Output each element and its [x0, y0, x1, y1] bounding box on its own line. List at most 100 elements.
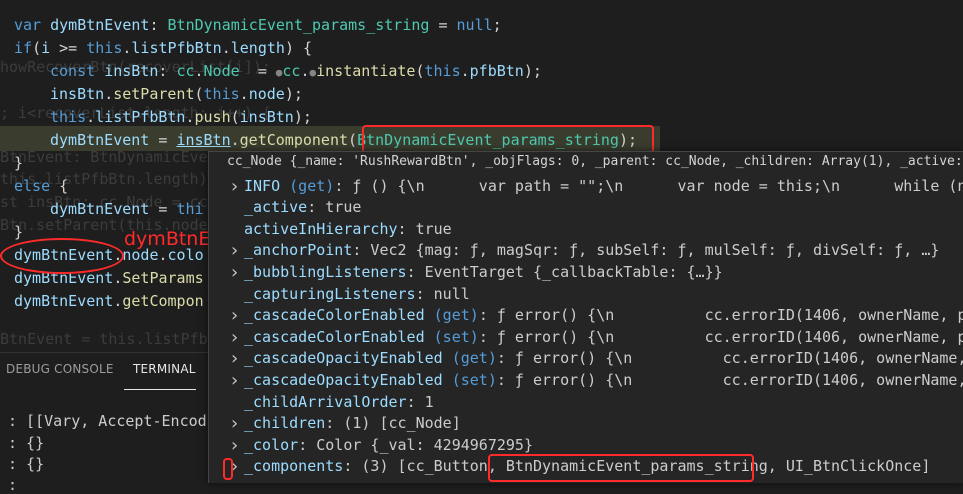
popup-property-row[interactable]: › _cascadeColorEnabled (get): ƒ error() {… [209, 305, 963, 327]
terminal-line: : [8, 476, 18, 494]
property-name: _children [244, 414, 326, 433]
property-value: : (1) [cc_Node] [325, 414, 461, 433]
identifier: dymBtnEvent [50, 16, 150, 34]
chevron-right-icon[interactable]: › [229, 327, 240, 349]
code-line-close-brace[interactable]: } [14, 152, 23, 175]
keyword: const [50, 62, 96, 80]
code-line-const[interactable]: const insBtn: cc.Node = ●cc.●instantiate… [50, 60, 542, 83]
property-name: _capturingListeners [244, 284, 416, 303]
popup-property-row[interactable]: _childArrivalOrder: 1 [209, 392, 963, 414]
identifier: insBtn [50, 85, 105, 103]
identifier: dymBtnEvent [14, 292, 114, 310]
terminal-line: : {} [8, 455, 45, 473]
popup-property-row[interactable]: _capturingListeners: null [209, 284, 963, 306]
property-value: : EventTarget {_callbackTable: {…}} [406, 262, 723, 281]
keyword: this [50, 108, 87, 126]
keyword: this [86, 39, 123, 57]
chevron-right-icon[interactable]: › [229, 348, 240, 370]
keyword: this [424, 62, 461, 80]
identifier: length [230, 39, 285, 57]
type-name: Node [203, 62, 240, 80]
property-name: _cascadeOpacityEnabled [244, 349, 443, 368]
code-line-if[interactable]: if(i >= this.listPfbBtn.length) { [14, 37, 312, 60]
chevron-right-icon[interactable]: › [229, 413, 240, 435]
chevron-right-icon[interactable]: › [229, 370, 240, 392]
popup-property-row[interactable]: › _cascadeColorEnabled (set): ƒ error() {… [209, 327, 963, 349]
property-text: _active: true [244, 197, 361, 219]
property-text: _childArrivalOrder: 1 [244, 392, 434, 414]
identifier: listPfbBtn [131, 39, 222, 57]
popup-property-row[interactable]: › _cascadeOpacityEnabled (get): ƒ error()… [209, 348, 963, 370]
code-line-push[interactable]: this.listPfbBtn.push(insBtn); [50, 106, 312, 129]
keyword: null [456, 16, 493, 34]
popup-property-row[interactable]: _active: true [209, 197, 963, 219]
hovered-identifier[interactable]: insBtn [176, 131, 230, 149]
property-name: _active [244, 198, 308, 217]
property-accessor: (set) [442, 370, 497, 389]
function-name: getComponent [239, 131, 349, 149]
annotation-box [488, 454, 754, 482]
tab-terminal[interactable]: TERMINAL [133, 362, 196, 376]
function-name: getCompon [122, 292, 204, 310]
type-name: cc [282, 62, 301, 80]
type-name: cc [176, 62, 195, 80]
type-name: BtnDynamicEvent_params_string [167, 16, 430, 34]
popup-property-row[interactable]: › _bubblingListeners: EventTarget {_callb… [209, 262, 963, 284]
property-text: _cascadeOpacityEnabled (set): ƒ error() … [244, 370, 963, 392]
property-text: activeInHierarchy: true [244, 219, 452, 241]
property-value: : ƒ error() {\n cc.errorID(1406, ownerNa… [478, 306, 963, 325]
chevron-right-icon[interactable]: › [229, 305, 240, 327]
property-value: : ƒ error() {\n cc.errorID(1406, ownerNa… [496, 370, 963, 389]
property-name: INFO [244, 176, 281, 195]
property-text: _cascadeOpacityEnabled (get): ƒ error() … [244, 348, 963, 370]
function-name: setParent [113, 85, 195, 103]
brace: { [50, 177, 69, 195]
popup-property-row[interactable]: activeInHierarchy: true [209, 219, 963, 241]
property-name: _childArrivalOrder [244, 392, 407, 411]
code-line-else[interactable]: else { [14, 175, 68, 198]
chevron-right-icon[interactable]: › [229, 176, 240, 198]
property-value: : 1 [406, 392, 434, 411]
property-text: INFO (get): ƒ () {\n var path = "";\n va… [244, 176, 963, 198]
property-name: _components [244, 457, 344, 476]
code-line-var[interactable]: var dymBtnEvent: BtnDynamicEvent_params_… [14, 14, 502, 37]
identifier: node [248, 85, 285, 103]
chevron-right-icon[interactable]: › [229, 240, 240, 262]
keyword: this [203, 85, 240, 103]
property-text: _anchorPoint: Vec2 {mag: ƒ, magSqr: ƒ, s… [244, 240, 939, 262]
property-name: _cascadeOpacityEnabled [244, 370, 443, 389]
brace: } [14, 154, 24, 172]
keyword: if [14, 39, 33, 57]
terminal-line: : [[Vary, Accept-Encod [8, 412, 207, 430]
hover-debug-popup[interactable]: cc_Node {_name: 'RushRewardBtn', _objFla… [208, 151, 963, 483]
keyword: thi [176, 200, 204, 218]
tab-debug-console[interactable]: DEBUG CONSOLE [6, 362, 114, 376]
property-text: _color: Color {_val: 4294967295} [244, 435, 533, 457]
property-accessor: (get) [280, 176, 335, 195]
popup-property-row[interactable]: › _color: Color {_val: 4294967295} [209, 435, 963, 457]
property-value: : ƒ () {\n var path = "";\n var node = t… [334, 176, 963, 195]
terminal-line: : {} [8, 434, 45, 452]
popup-property-row[interactable]: › _cascadeOpacityEnabled (set): ƒ error()… [209, 370, 963, 392]
chevron-right-icon[interactable]: › [229, 262, 240, 284]
active-tab-indicator [124, 389, 196, 390]
code-line-close-brace[interactable]: } [14, 221, 23, 244]
code-line-else-assign[interactable]: dymBtnEvent = thi [50, 198, 204, 221]
popup-property-row[interactable]: › _anchorPoint: Vec2 {mag: ƒ, magSqr: ƒ, … [209, 240, 963, 262]
code-line-getcomp[interactable]: dymBtnEvent.getCompon [14, 290, 204, 313]
code-line-setparent[interactable]: insBtn.setParent(this.node); [50, 83, 303, 106]
annotation-box [223, 458, 233, 480]
keyword: else [14, 177, 51, 195]
popup-property-row[interactable]: › _children: (1) [cc_Node] [209, 413, 963, 435]
popup-property-row[interactable]: › INFO (get): ƒ () {\n var path = "";\n v… [209, 176, 963, 198]
property-accessor: (set) [424, 327, 479, 346]
property-value: : ƒ error() {\n cc.errorID(1406, ownerNa… [478, 327, 963, 346]
property-value: : true [397, 219, 452, 238]
brace: } [14, 223, 24, 241]
chevron-right-icon[interactable]: › [229, 435, 240, 457]
property-name: _anchorPoint [244, 241, 353, 260]
property-value: : Vec2 {mag: ƒ, magSqr: ƒ, subSelf: ƒ, m… [352, 241, 940, 260]
property-text: _capturingListeners: null [244, 284, 470, 306]
property-name: _cascadeColorEnabled [244, 306, 425, 325]
property-value: : null [415, 284, 470, 303]
